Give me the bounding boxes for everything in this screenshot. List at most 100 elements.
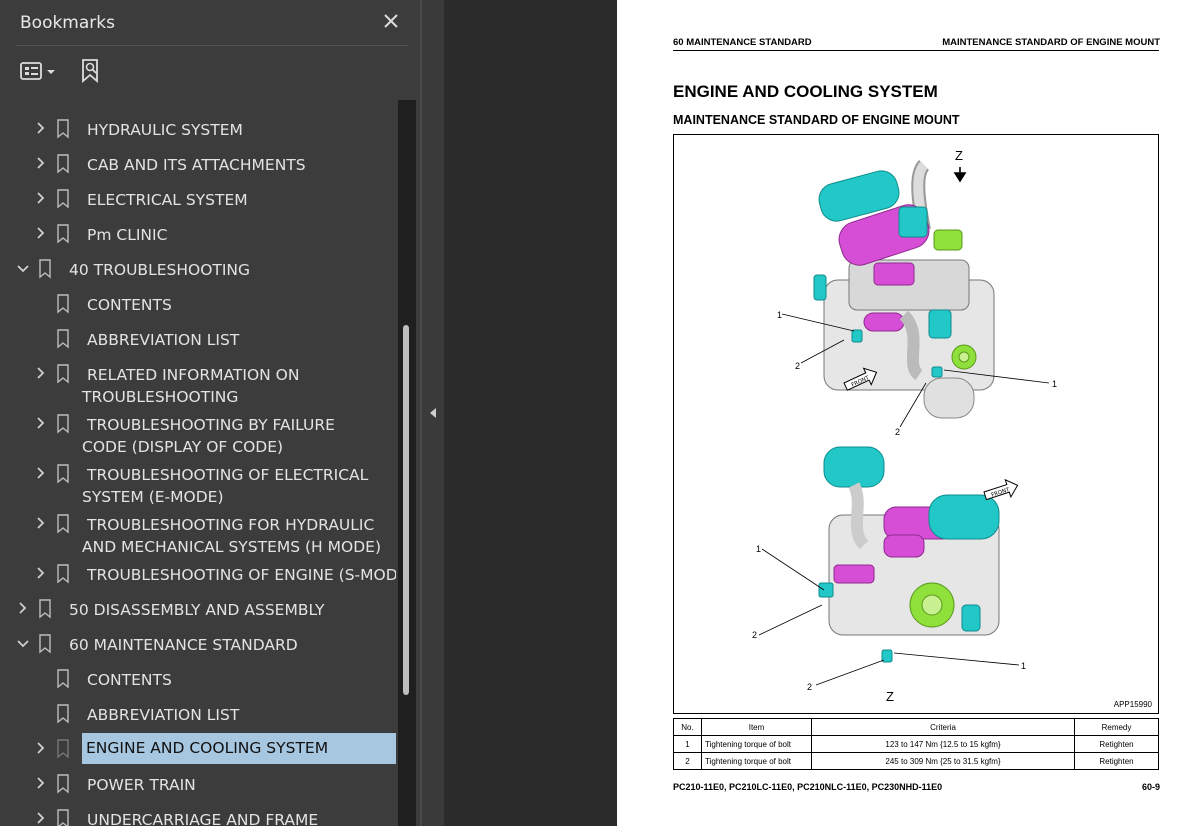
table-header-row: No. Item Criteria Remedy xyxy=(673,718,1159,736)
callout-number: 1 xyxy=(1021,661,1026,671)
bookmark-icon xyxy=(57,739,69,759)
bookmark-label[interactable]: 60 MAINTENANCE STANDARD xyxy=(69,634,298,656)
maintenance-table: No. Item Criteria Remedy 1 Tightening to… xyxy=(673,718,1159,770)
callout-number: 2 xyxy=(795,361,800,371)
chevron-right-icon[interactable] xyxy=(34,564,48,584)
bookmark-icon xyxy=(57,224,69,244)
table-row: 1 Tightening torque of bolt 123 to 147 N… xyxy=(673,735,1159,753)
chevron-right-icon[interactable] xyxy=(34,739,48,759)
chevron-right-icon[interactable] xyxy=(16,599,30,619)
bookmarks-title: Bookmarks xyxy=(20,13,115,33)
close-icon[interactable] xyxy=(378,8,404,34)
cell-criteria: 245 to 309 Nm {25 to 31.5 kgfm} xyxy=(811,752,1075,770)
chevron-right-icon[interactable] xyxy=(34,514,48,534)
pdf-page: 60 MAINTENANCE STANDARD MAINTENANCE STAN… xyxy=(617,0,1200,826)
bookmark-icon xyxy=(57,564,69,584)
chevron-right-icon[interactable] xyxy=(34,809,48,826)
bookmark-label[interactable]: HYDRAULIC SYSTEM xyxy=(87,119,243,141)
cell-no: 2 xyxy=(673,752,702,770)
bookmark-icon xyxy=(57,704,69,724)
footer-models: PC210-11E0, PC210LC-11E0, PC210NLC-11E0,… xyxy=(673,782,943,792)
col-header-no: No. xyxy=(673,718,702,736)
collapse-pane-icon[interactable] xyxy=(427,404,439,422)
bookmark-icon xyxy=(57,414,69,434)
bookmark-label[interactable]: TROUBLESHOOTING FOR HYDRAULIC AND MECHAN… xyxy=(82,514,396,558)
bookmark-label[interactable]: 50 DISASSEMBLY AND ASSEMBLY xyxy=(69,599,325,621)
running-head-right: MAINTENANCE STANDARD OF ENGINE MOUNT xyxy=(942,37,1160,48)
callout-number: 2 xyxy=(895,427,900,437)
bookmark-label[interactable]: 40 TROUBLESHOOTING xyxy=(69,259,250,281)
bookmarks-scrollbar[interactable] xyxy=(398,100,416,826)
chevron-right-icon[interactable] xyxy=(34,224,48,244)
chevron-right-icon[interactable] xyxy=(34,189,48,209)
chevron-right-icon[interactable] xyxy=(34,464,48,484)
chevron-down-icon[interactable] xyxy=(16,259,30,279)
chevron-right-icon[interactable] xyxy=(34,119,48,139)
bookmark-icon xyxy=(39,259,51,279)
cell-no: 1 xyxy=(673,735,702,753)
bookmark-label[interactable]: ENGINE AND COOLING SYSTEM xyxy=(82,733,396,764)
callout-number: 1 xyxy=(756,544,761,554)
bookmark-icon xyxy=(57,669,69,689)
bookmark-icon xyxy=(57,294,69,314)
bookmark-icon xyxy=(57,464,69,484)
engine-mount-figure: FRONT FRONT 1 2 1 2 1 2 1 2 Z Z APP15990 xyxy=(673,134,1159,714)
bookmark-icon xyxy=(57,364,69,384)
callout-number: 1 xyxy=(1052,379,1057,389)
header-rule xyxy=(673,50,1159,51)
bookmark-label[interactable]: ABBREVIATION LIST xyxy=(87,329,239,351)
bookmark-options-button[interactable] xyxy=(18,58,60,84)
bookmark-label[interactable]: ABBREVIATION LIST xyxy=(87,704,239,726)
chevron-right-icon[interactable] xyxy=(34,154,48,174)
engine-illustration: FRONT FRONT 1 2 1 2 1 2 1 2 Z Z xyxy=(752,148,1057,704)
chevron-right-icon[interactable] xyxy=(34,774,48,794)
bookmark-label[interactable]: CAB AND ITS ATTACHMENTS xyxy=(87,154,306,176)
bookmark-label[interactable]: UNDERCARRIAGE AND FRAME xyxy=(87,809,318,826)
find-bookmark-icon xyxy=(82,59,98,83)
callout-number: 2 xyxy=(752,630,757,640)
bookmarks-panel: Bookmarks HYDRAULIC SYSTEM CAB AND ITS A… xyxy=(0,0,422,826)
col-header-remedy: Remedy xyxy=(1074,718,1159,736)
view-label-z-bottom: Z xyxy=(886,689,894,704)
bookmark-icon xyxy=(57,809,69,826)
bookmark-label[interactable]: Pm CLINIC xyxy=(87,224,167,246)
bookmark-icon xyxy=(57,189,69,209)
bookmark-label[interactable]: RELATED INFORMATION ON TROUBLESHOOTING xyxy=(82,364,332,408)
bookmark-label[interactable]: CONTENTS xyxy=(87,669,172,691)
bookmark-label[interactable]: TROUBLESHOOTING OF ENGINE (S-MODE) xyxy=(87,564,396,586)
col-header-item: Item xyxy=(701,718,812,736)
chevron-right-icon[interactable] xyxy=(34,414,48,434)
cell-item: Tightening torque of bolt xyxy=(701,735,812,753)
bookmark-icon xyxy=(57,774,69,794)
view-label-z-top: Z xyxy=(955,148,963,163)
bookmark-icon xyxy=(39,599,51,619)
chevron-right-icon[interactable] xyxy=(34,364,48,384)
bookmark-label[interactable]: POWER TRAIN xyxy=(87,774,196,796)
callout-number: 1 xyxy=(777,310,782,320)
callout-number: 2 xyxy=(807,682,812,692)
bookmark-label[interactable]: CONTENTS xyxy=(87,294,172,316)
cell-criteria: 123 to 147 Nm {12.5 to 15 kgfm} xyxy=(811,735,1075,753)
bookmark-icon xyxy=(57,119,69,139)
bookmark-tree: HYDRAULIC SYSTEM CAB AND ITS ATTACHMENTS E… xyxy=(0,100,396,826)
find-bookmark-button[interactable] xyxy=(78,58,104,84)
engine-view-bottom: FRONT xyxy=(758,446,1020,686)
engine-view-top: FRONT xyxy=(781,160,1050,428)
bookmark-icon xyxy=(39,634,51,654)
bookmarks-header: Bookmarks xyxy=(0,0,422,46)
bookmark-label[interactable]: TROUBLESHOOTING BY FAILURE CODE (DISPLAY… xyxy=(82,414,382,458)
cell-remedy: Retighten xyxy=(1074,735,1159,753)
bookmark-label[interactable]: TROUBLESHOOTING OF ELECTRICAL SYSTEM (E-… xyxy=(82,464,382,508)
bookmark-label[interactable]: ELECTRICAL SYSTEM xyxy=(87,189,248,211)
page-number: 60-9 xyxy=(1141,782,1160,792)
cell-item: Tightening torque of bolt xyxy=(701,752,812,770)
bookmark-icon xyxy=(57,154,69,174)
bookmarks-toolbar xyxy=(0,46,422,96)
table-row: 2 Tightening torque of bolt 245 to 309 N… xyxy=(673,752,1159,770)
chevron-down-icon[interactable] xyxy=(16,634,30,654)
bookmark-icon xyxy=(57,329,69,349)
cell-remedy: Retighten xyxy=(1074,752,1159,770)
scrollbar-thumb[interactable] xyxy=(403,325,409,695)
section-heading: ENGINE AND COOLING SYSTEM xyxy=(673,82,938,101)
pdf-viewer-window: Bookmarks HYDRAULIC SYSTEM CAB AND ITS A… xyxy=(0,0,1200,826)
